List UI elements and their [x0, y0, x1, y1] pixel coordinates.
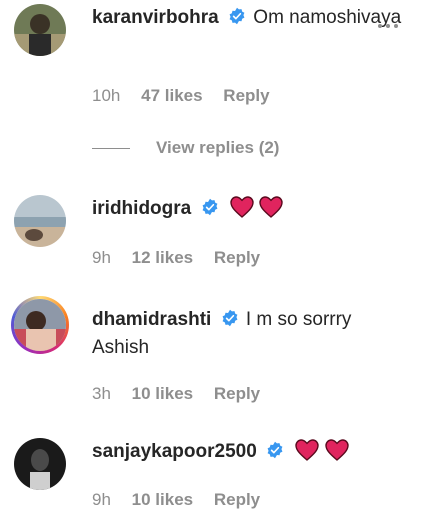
reply-button[interactable]: Reply: [223, 86, 269, 105]
heart-icon: [230, 196, 254, 218]
reply-button[interactable]: Reply: [214, 384, 260, 403]
avatar-story-ring[interactable]: [11, 296, 69, 354]
comment-body: iridhidogra: [92, 195, 402, 227]
likes-count[interactable]: 47 likes: [141, 86, 202, 105]
verified-badge-icon: [202, 198, 217, 216]
heart-emoji-group: [230, 196, 283, 227]
comment-meta: 3h 10 likes Reply: [92, 384, 276, 404]
more-options-icon[interactable]: [378, 24, 398, 28]
verified-badge-icon: [229, 7, 245, 25]
heart-icon: [259, 196, 283, 218]
heart-icon: [295, 439, 320, 461]
comment-meta: 9h 10 likes Reply: [92, 490, 276, 510]
username[interactable]: iridhidogra: [92, 198, 191, 219]
likes-count[interactable]: 12 likes: [132, 248, 193, 267]
likes-count[interactable]: 10 likes: [132, 490, 193, 509]
avatar[interactable]: [14, 195, 66, 247]
comment-meta: 10h 47 likes Reply: [92, 86, 286, 106]
heart-icon: [324, 439, 349, 461]
verified-badge-icon: [267, 441, 283, 459]
comment-time: 3h: [92, 384, 111, 403]
comment-meta: 9h 12 likes Reply: [92, 248, 276, 268]
reply-button[interactable]: Reply: [214, 490, 260, 509]
view-replies-button[interactable]: View replies (2): [92, 138, 279, 158]
divider-line: [92, 147, 130, 149]
view-replies-label: View replies (2): [156, 138, 280, 157]
avatar[interactable]: [14, 438, 66, 490]
comment-body: dhamidrashti I m so sorrry Ashish: [92, 306, 402, 362]
comment-time: 9h: [92, 248, 111, 267]
likes-count[interactable]: 10 likes: [132, 384, 193, 403]
comment-time: 10h: [92, 86, 121, 105]
verified-badge-icon: [222, 309, 238, 327]
username[interactable]: sanjaykapoor2500: [92, 441, 257, 462]
comment-time: 9h: [92, 490, 111, 509]
avatar: [14, 299, 66, 351]
comment-body: karanvirbohra Om namoshivaya: [92, 4, 402, 32]
avatar[interactable]: [14, 4, 66, 56]
username[interactable]: dhamidrashti: [92, 309, 211, 330]
username[interactable]: karanvirbohra: [92, 7, 219, 28]
comment-body: sanjaykapoor2500: [92, 438, 402, 470]
heart-emoji-group: [295, 439, 349, 470]
reply-button[interactable]: Reply: [214, 248, 260, 267]
